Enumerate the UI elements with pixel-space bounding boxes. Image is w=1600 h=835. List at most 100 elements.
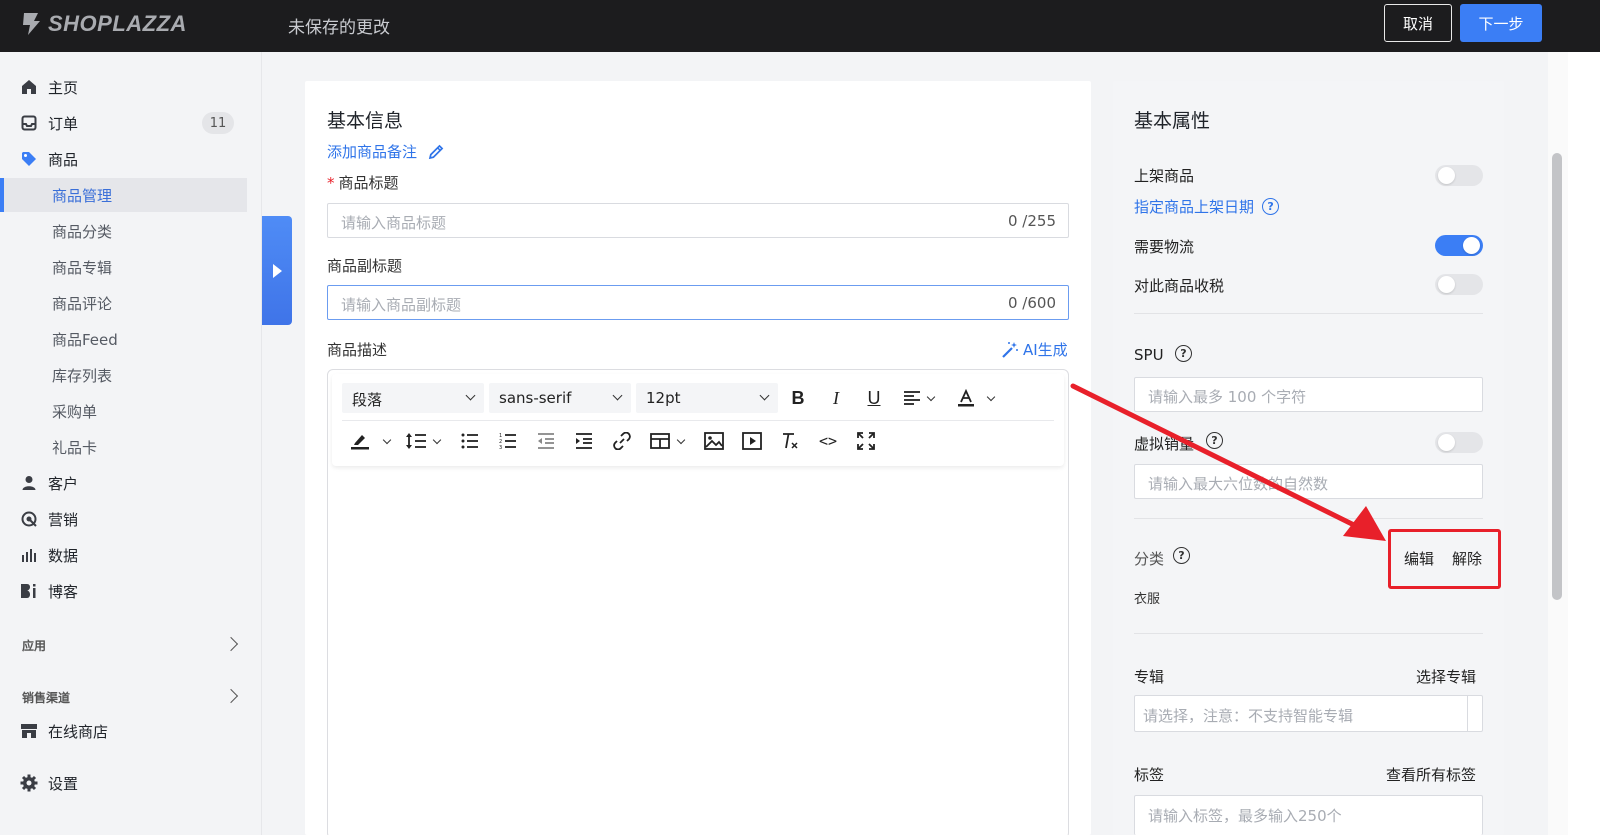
chevron-down-icon[interactable] [986,392,996,402]
paragraph-format-select[interactable]: 段落 [342,383,484,413]
top-bar: SHOPLAZZA 未保存的更改 取消 下一步 [0,0,1600,52]
sidebar-item-label: 商品Feed [52,330,118,349]
sidebar-collapse-toggle[interactable] [262,216,292,325]
select-divider [1467,696,1468,731]
basic-info-title: 基本信息 [327,110,404,132]
chevron-right-icon[interactable] [223,688,239,704]
virtual-sales-label: 虚拟销量 [1134,435,1195,453]
requires-shipping-toggle[interactable] [1435,235,1483,256]
sidebar-item-reviews[interactable]: 商品评论 [0,286,247,320]
choose-collection-link[interactable]: 选择专辑 [1416,666,1476,687]
sidebar-item-orders[interactable]: 订单 11 [0,106,247,140]
indent-icon[interactable] [572,429,596,453]
underline-icon[interactable]: U [862,386,886,410]
line-height-icon[interactable] [404,429,428,453]
italic-icon[interactable]: I [824,386,848,410]
image-icon[interactable] [702,429,726,453]
clear-format-icon[interactable] [778,429,802,453]
sidebar-item-product-feed[interactable]: 商品Feed [0,322,247,356]
virtual-sales-toggle[interactable] [1435,432,1483,453]
on-shelf-label: 上架商品 [1134,167,1195,185]
page-edge [1568,52,1600,835]
chevron-down-icon[interactable] [432,435,442,445]
scrollbar-thumb[interactable] [1552,153,1562,600]
paragraph-format-value: 段落 [352,391,383,409]
tags-input[interactable]: 请输入标签，最多输入250个 [1134,795,1483,835]
sidebar-item-inventory[interactable]: 库存列表 [0,358,247,392]
view-all-tags-link[interactable]: 查看所有标签 [1386,764,1476,785]
sidebar-item-home[interactable]: 主页 [0,70,247,104]
outdent-icon[interactable] [534,429,558,453]
section-divider [1134,518,1483,519]
bold-icon[interactable]: B [786,386,810,410]
schedule-publish-link[interactable]: 指定商品上架日期 ? [1134,196,1280,217]
svg-text:3: 3 [499,445,502,449]
chevron-down-icon[interactable] [676,435,686,445]
cancel-button[interactable]: 取消 [1384,4,1452,42]
font-size-select[interactable]: 12pt [636,383,778,413]
caret-right-icon [272,263,282,278]
sidebar-item-settings[interactable]: 设置 [0,766,247,800]
table-icon[interactable] [648,429,672,453]
product-subtitle-input[interactable]: 请输入商品副标题 0 /600 [327,285,1069,320]
sidebar-item-label: 在线商店 [48,722,109,741]
marketing-icon [20,510,38,528]
apps-section-label[interactable]: 应用 [22,637,46,654]
help-icon[interactable]: ? [1175,345,1192,362]
help-icon[interactable]: ? [1262,198,1280,215]
brand-logo[interactable]: SHOPLAZZA [20,9,187,39]
sidebar-item-label: 主页 [48,78,79,97]
sidebar-item-purchase-orders[interactable]: 采购单 [0,394,247,428]
spu-input[interactable]: 请输入最多 100 个字符 [1134,377,1483,412]
spu-label: SPU [1134,346,1164,364]
sidebar-item-product-categories[interactable]: 商品分类 [0,214,247,248]
font-family-select[interactable]: sans-serif [489,383,631,413]
sidebar-item-analytics[interactable]: 数据 [0,538,247,572]
help-icon[interactable]: ? [1206,432,1223,449]
sales-channels-section-label[interactable]: 销售渠道 [22,689,70,706]
rich-text-editor[interactable]: 段落 sans-serif 12pt B I U 1 2 3 <> [327,369,1069,835]
pencil-icon [428,144,444,159]
add-note-link[interactable]: 添加商品备注 [327,141,445,162]
chevron-down-icon[interactable] [382,435,392,445]
sidebar-item-label: 商品管理 [52,186,113,205]
sidebar-item-blog[interactable]: 博客 [0,574,247,608]
sidebar-item-label: 营销 [48,510,79,529]
next-step-button[interactable]: 下一步 [1460,4,1542,42]
align-icon[interactable] [900,386,924,410]
collection-placeholder: 请选择，注意：不支持智能专辑 [1143,707,1354,725]
numbered-list-icon[interactable]: 123 [496,429,520,453]
section-divider [1134,313,1483,314]
sidebar-item-label: 博客 [48,582,79,601]
virtual-sales-placeholder: 请输入最大六位数的自然数 [1148,475,1329,493]
virtual-sales-input[interactable]: 请输入最大六位数的自然数 [1134,464,1483,499]
on-shelf-toggle[interactable] [1435,165,1483,186]
chevron-down-icon[interactable] [926,392,936,402]
fullscreen-icon[interactable] [854,429,878,453]
sidebar-item-product-management[interactable]: 商品管理 [0,178,247,212]
chevron-down-icon [612,390,623,401]
ai-generate-button[interactable]: AI生成 [1001,339,1068,360]
toggle-knob [1463,237,1480,254]
bullet-list-icon[interactable] [458,429,482,453]
sidebar-item-customers[interactable]: 客户 [0,466,247,500]
chevron-right-icon[interactable] [223,636,239,652]
charge-tax-toggle[interactable] [1435,274,1483,295]
sidebar-item-marketing[interactable]: 营销 [0,502,247,536]
sidebar-item-collections[interactable]: 商品专辑 [0,250,247,284]
highlight-icon[interactable] [348,429,372,453]
sidebar-item-gift-cards[interactable]: 礼品卡 [0,430,247,464]
help-icon[interactable]: ? [1173,547,1190,564]
tag-icon [20,150,38,168]
video-icon[interactable] [740,429,764,453]
collection-select[interactable]: 请选择，注意：不支持智能专辑 [1134,695,1483,732]
link-icon[interactable] [610,429,634,453]
sidebar-item-products[interactable]: 商品 [0,142,247,176]
sidebar-item-online-store[interactable]: 在线商店 [0,714,247,748]
tags-placeholder: 请输入标签，最多输入250个 [1148,807,1342,825]
sidebar-item-label: 客户 [48,474,79,493]
magic-wand-icon [1002,341,1018,358]
font-color-icon[interactable] [954,386,978,410]
product-title-input[interactable]: 请输入商品标题 0 /255 [327,203,1069,238]
code-view-icon[interactable]: <> [816,429,840,453]
